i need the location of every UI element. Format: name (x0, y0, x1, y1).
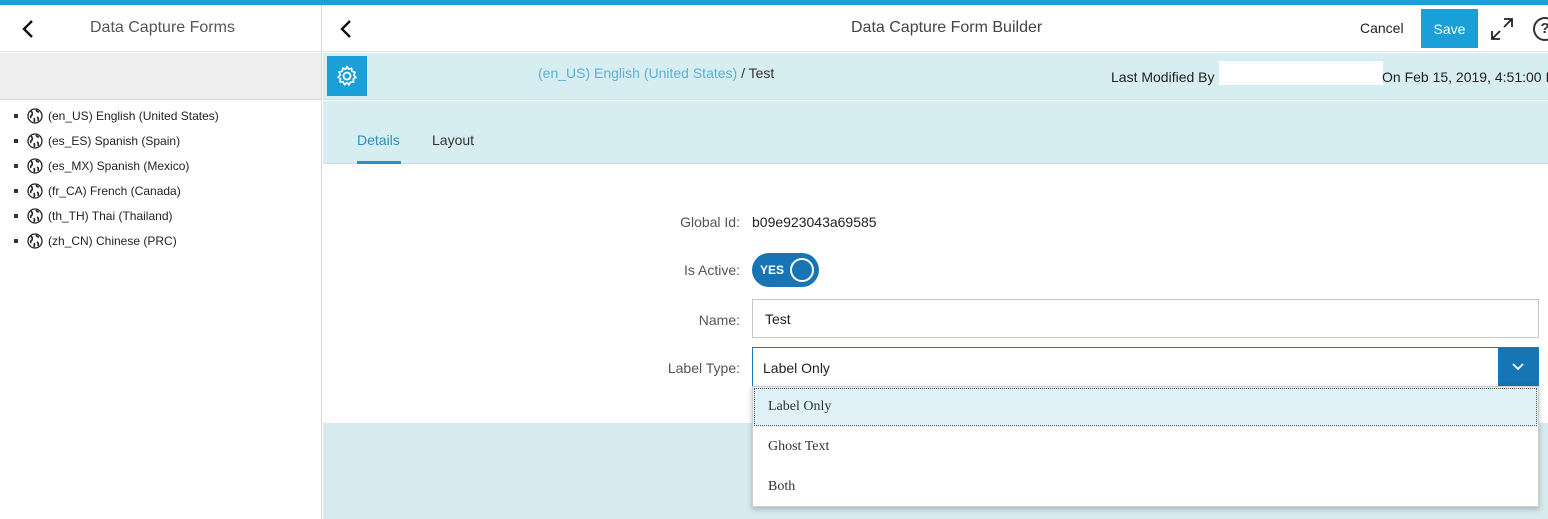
breadcrumb: (en_US) English (United States) / Test (538, 65, 774, 81)
globe-icon (27, 232, 43, 249)
label-type-select[interactable]: Label Only (752, 347, 1539, 387)
label-type-label: Label Type: (667, 360, 740, 376)
globe-icon (27, 207, 43, 224)
toggle-knob (790, 258, 814, 282)
name-label: Name: (698, 312, 740, 328)
globe-icon (27, 182, 43, 199)
locale-item-fr-ca[interactable]: (fr_CA) French (Canada) (14, 178, 219, 203)
bullet (14, 188, 18, 193)
left-panel-header: Data Capture Forms (0, 5, 321, 52)
last-modified-user-redacted (1219, 61, 1383, 85)
builder-header: Data Capture Form Builder Cancel Save ? (323, 5, 1548, 52)
tab-details[interactable]: Details (357, 132, 400, 148)
builder-back-button[interactable] (335, 17, 359, 41)
global-id-value: b09e923043a69585 (752, 214, 877, 230)
locale-label: (es_ES) Spanish (Spain) (48, 133, 181, 148)
dropdown-option-both[interactable]: Both (753, 467, 1538, 507)
locale-item-es-mx[interactable]: (es_MX) Spanish (Mexico) (14, 153, 219, 178)
bullet (14, 113, 18, 118)
expand-button[interactable] (1489, 16, 1515, 42)
save-button[interactable]: Save (1421, 9, 1478, 48)
bullet (14, 238, 18, 243)
left-back-button[interactable] (17, 17, 41, 41)
is-active-label: Is Active: (683, 262, 740, 278)
globe-icon (27, 107, 43, 124)
gear-icon (337, 65, 357, 86)
tab-strip: Details Layout (323, 101, 1548, 164)
label-type-selected-value: Label Only (763, 360, 830, 376)
bullet (14, 213, 18, 218)
bullet (14, 138, 18, 143)
select-arrow-button[interactable] (1498, 348, 1538, 386)
locale-label: (es_MX) Spanish (Mexico) (48, 158, 190, 173)
back-chevron-icon (22, 20, 33, 38)
locale-item-th-th[interactable]: (th_TH) Thai (Thailand) (14, 203, 219, 228)
tab-layout[interactable]: Layout (432, 132, 474, 148)
name-input[interactable] (752, 299, 1539, 338)
breadcrumb-link[interactable]: (en_US) English (United States) (538, 65, 737, 81)
help-icon[interactable]: ? (1533, 17, 1548, 41)
bullet (14, 163, 18, 168)
global-id-label: Global Id: (680, 214, 740, 230)
active-tab-indicator (357, 161, 401, 164)
locale-label: (fr_CA) French (Canada) (48, 183, 181, 198)
left-panel: Data Capture Forms (en_US) English (Unit… (0, 5, 322, 519)
cancel-button[interactable]: Cancel (1350, 5, 1414, 49)
locale-item-es-es[interactable]: (es_ES) Spanish (Spain) (14, 128, 219, 153)
left-panel-toolbar (0, 53, 321, 100)
label-type-dropdown: Label Only Ghost Text Both (752, 386, 1539, 507)
globe-icon (27, 157, 43, 174)
dropdown-option-ghost-text[interactable]: Ghost Text (753, 427, 1538, 467)
locale-label: (zh_CN) Chinese (PRC) (48, 233, 177, 248)
breadcrumb-current: Test (748, 65, 775, 81)
locale-label: (en_US) English (United States) (48, 108, 219, 123)
globe-icon (27, 132, 43, 149)
expand-icon (1491, 18, 1513, 40)
back-chevron-icon (340, 20, 351, 38)
settings-button[interactable] (327, 56, 367, 96)
last-modified-label: Last Modified By (1111, 69, 1215, 85)
breadcrumb-separator: / (737, 65, 749, 81)
chevron-down-icon (1512, 363, 1524, 371)
left-panel-title: Data Capture Forms (90, 19, 235, 36)
dropdown-option-label-only[interactable]: Label Only (753, 387, 1538, 427)
locale-item-en-us[interactable]: (en_US) English (United States) (14, 103, 219, 128)
toggle-state-text: YES (760, 263, 785, 277)
is-active-toggle[interactable]: YES (752, 253, 819, 287)
locale-item-zh-cn[interactable]: (zh_CN) Chinese (PRC) (14, 228, 219, 253)
page-title: Data Capture Form Builder (851, 19, 1043, 36)
info-bar: (en_US) English (United States) / Test L… (323, 53, 1548, 100)
locale-list: (en_US) English (United States) (es_ES) … (14, 103, 219, 253)
locale-label: (th_TH) Thai (Thailand) (48, 208, 173, 223)
last-modified-date: On Feb 15, 2019, 4:51:00 I (1382, 69, 1548, 85)
